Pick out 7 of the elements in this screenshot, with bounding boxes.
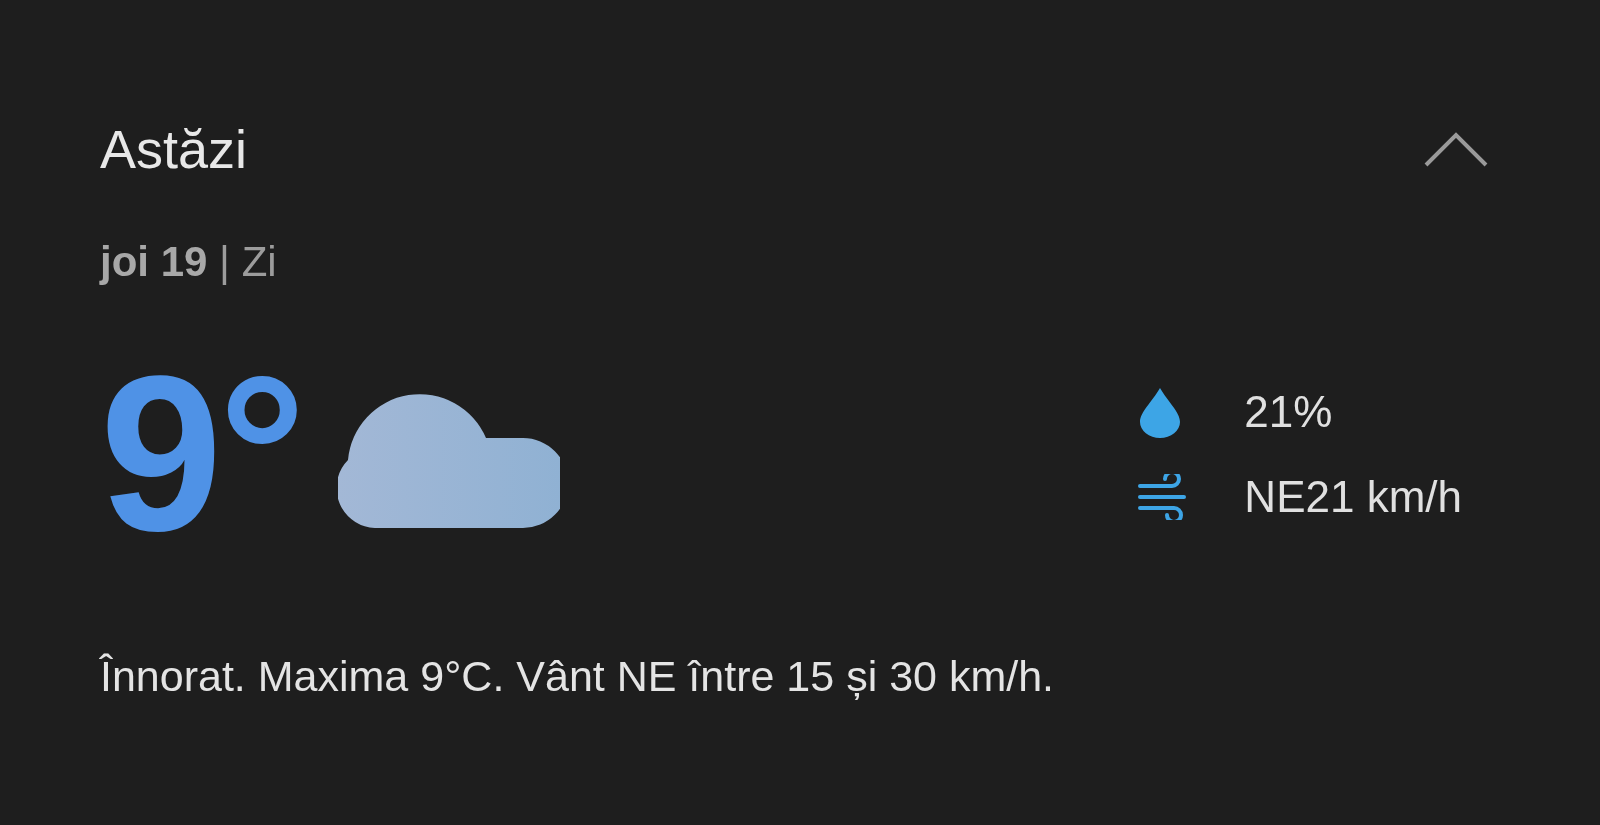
card-title: Astăzi bbox=[100, 118, 248, 180]
temperature: 9° bbox=[100, 344, 303, 564]
forecast-description: Înnorat. Maxima 9°C. Vânt NE între 15 și 30 km/h. bbox=[100, 652, 1056, 701]
wind-value: NE21 km/h bbox=[1244, 472, 1462, 522]
precipitation-value: 21% bbox=[1244, 387, 1334, 437]
date-label: joi 19 | Zi bbox=[100, 238, 278, 286]
water-drop-icon bbox=[1138, 386, 1183, 438]
